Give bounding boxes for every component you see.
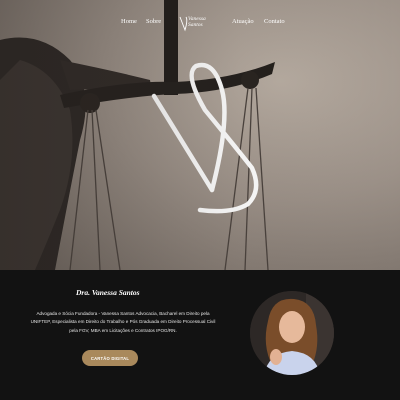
portrait-image [250,291,334,375]
profile-bio: Advogada e Sócia Fundadora - Vanessa San… [30,311,216,333]
top-nav: Home Sobre Vanessa Santos Atuação Contat… [0,14,400,34]
nav-link-home[interactable]: Home [121,18,137,25]
logo-text: Vanessa Santos [188,16,206,28]
profile-name: Dra. Vanessa Santos [76,288,140,297]
profile-section: Dra. Vanessa Santos Advogada e Sócia Fun… [0,270,400,400]
profile-photo [250,291,334,375]
hero-section: Home Sobre Vanessa Santos Atuação Contat… [0,0,400,270]
digital-card-button[interactable]: CARTÃO DIGITAL [82,350,138,366]
nav-link-atuacao[interactable]: Atuação [232,18,254,25]
logo-text-line2: Santos [188,21,203,28]
nav-link-sobre[interactable]: Sobre [146,18,161,25]
nav-link-contato[interactable]: Contato [264,18,285,25]
lady-justice-scales-image [0,0,400,270]
